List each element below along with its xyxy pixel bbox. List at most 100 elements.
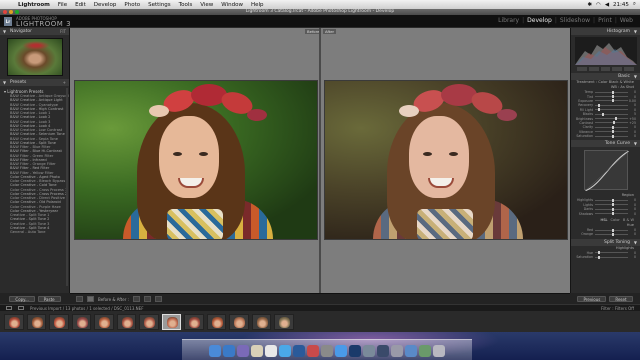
slider-knob[interactable]	[611, 130, 614, 134]
slider-saturation[interactable]: Saturation 0	[571, 255, 640, 259]
slider-knob[interactable]	[613, 121, 616, 125]
slider-value[interactable]: 0	[628, 228, 636, 232]
filmstrip-thumbnail[interactable]	[4, 313, 24, 330]
slider-track[interactable]	[595, 198, 628, 202]
slider-value[interactable]: 0	[628, 108, 636, 112]
preset-item[interactable]: Color Creative - Old Polaroid	[0, 200, 69, 204]
wifi-icon[interactable]: ◠	[596, 2, 601, 8]
slider-track[interactable]	[595, 207, 628, 211]
photoshop-icon[interactable]	[349, 345, 361, 357]
collapse-triangle-icon[interactable]: ▼	[3, 28, 6, 35]
slider-knob[interactable]	[601, 112, 604, 116]
basic-header[interactable]: Basic ▼	[571, 73, 640, 80]
adjustment-brush-icon[interactable]	[624, 67, 634, 71]
slider-knob[interactable]	[611, 134, 614, 138]
collapse-triangle-icon[interactable]: ▼	[634, 140, 637, 147]
slider-track[interactable]	[595, 121, 628, 125]
preset-item[interactable]: B&W Filter - Blue Hi-Contrast	[0, 149, 69, 153]
slider-track[interactable]	[595, 255, 628, 259]
app-icon[interactable]	[321, 345, 333, 357]
slider-knob[interactable]	[614, 117, 617, 121]
reset-button[interactable]: Reset	[609, 295, 633, 302]
tab-color[interactable]: Color	[611, 218, 620, 223]
slider-knob[interactable]	[611, 90, 614, 94]
copy-button[interactable]: Copy...	[9, 295, 35, 302]
slider-value[interactable]: 0	[628, 125, 636, 129]
slider-knob[interactable]	[611, 95, 614, 99]
menu-window[interactable]: Window	[217, 2, 247, 8]
menu-edit[interactable]: Edit	[71, 2, 90, 8]
grid-view-icon[interactable]	[18, 306, 24, 310]
crop-tool-icon[interactable]	[577, 67, 587, 71]
previous-button[interactable]: Previous	[577, 295, 607, 302]
slider-knob[interactable]	[611, 99, 614, 103]
slider-saturation[interactable]: Saturation 0	[571, 134, 640, 138]
menu-help[interactable]: Help	[247, 2, 268, 8]
mail-icon[interactable]	[251, 345, 263, 357]
slider-value[interactable]: 0	[628, 251, 636, 255]
collapse-triangle-icon[interactable]: ▼	[3, 79, 6, 86]
slider-knob[interactable]	[611, 203, 614, 207]
slider-value[interactable]: +25	[628, 121, 636, 125]
slider-value[interactable]: +50	[628, 117, 636, 121]
filmstrip-thumbnail[interactable]	[139, 313, 159, 330]
treatment-bw[interactable]: Black & White	[609, 80, 634, 84]
slider-orange[interactable]: Orange 0	[571, 232, 640, 236]
slider-value[interactable]: 0	[628, 198, 636, 202]
slider-track[interactable]	[595, 203, 628, 207]
trash-icon[interactable]	[433, 345, 445, 357]
slider-track[interactable]	[595, 212, 628, 216]
slider-track[interactable]	[595, 103, 628, 107]
slider-value[interactable]: 0	[628, 212, 636, 216]
close-window-icon[interactable]	[3, 10, 7, 14]
slider-track[interactable]	[595, 117, 628, 121]
collapse-triangle-icon[interactable]: ▼	[634, 239, 637, 246]
finder-icon[interactable]	[209, 345, 221, 357]
copy-before-to-after-icon[interactable]	[143, 296, 151, 302]
slider-value[interactable]: 0.00	[628, 99, 636, 103]
loupe-view-icon[interactable]	[76, 296, 83, 302]
filmstrip-thumbnail[interactable]	[26, 313, 46, 330]
paste-button[interactable]: Paste	[37, 295, 61, 302]
app-icon[interactable]	[391, 345, 403, 357]
slider-value[interactable]: 0	[628, 255, 636, 259]
navigator-header[interactable]: ▼ Navigator FIT	[0, 28, 69, 35]
slider-value[interactable]: 5	[628, 112, 636, 116]
zoom-window-icon[interactable]	[15, 10, 19, 14]
slider-knob[interactable]	[611, 212, 614, 216]
slider-knob[interactable]	[598, 108, 601, 112]
slider-knob[interactable]	[611, 207, 614, 211]
menu-app[interactable]: Lightroom	[14, 2, 54, 8]
slider-track[interactable]	[595, 90, 628, 94]
preset-item[interactable]: B&W Creative - Antique Light	[0, 98, 69, 102]
filmstrip-thumbnail[interactable]	[274, 313, 294, 330]
tone-curve-header[interactable]: Tone Curve ▼	[571, 140, 640, 148]
filmstrip-thumbnail[interactable]	[116, 313, 136, 330]
preset-item[interactable]: General - Auto Tone	[0, 230, 69, 234]
red-eye-icon[interactable]	[600, 67, 611, 71]
slider-track[interactable]	[595, 251, 628, 255]
itunes-icon[interactable]	[335, 345, 347, 357]
app-icon[interactable]	[237, 345, 249, 357]
ical-icon[interactable]	[265, 345, 277, 357]
clock[interactable]: 21:45	[613, 2, 629, 8]
slider-track[interactable]	[595, 99, 628, 103]
slider-track[interactable]	[595, 232, 628, 236]
split-toning-header[interactable]: Split Toning ▼	[571, 238, 640, 246]
bluetooth-icon[interactable]: ✱	[587, 2, 592, 8]
app-icon[interactable]	[293, 345, 305, 357]
before-after-view-icon[interactable]	[87, 296, 94, 302]
app-icon[interactable]	[363, 345, 375, 357]
folder-icon[interactable]	[405, 345, 417, 357]
module-slideshow[interactable]: Slideshow	[557, 17, 593, 24]
filmstrip-thumbnail[interactable]	[206, 313, 226, 330]
tab-hsl[interactable]: HSL	[601, 218, 608, 223]
left-scrollbar[interactable]	[66, 88, 68, 286]
tone-curve-graph[interactable]	[584, 150, 630, 192]
lightroom-icon[interactable]	[377, 345, 389, 357]
spot-removal-icon[interactable]	[588, 67, 599, 71]
slider-value[interactable]: 0	[628, 103, 636, 107]
second-window-icon[interactable]	[6, 306, 12, 310]
before-photo[interactable]	[74, 80, 318, 240]
slider-value[interactable]: 0	[628, 95, 636, 99]
